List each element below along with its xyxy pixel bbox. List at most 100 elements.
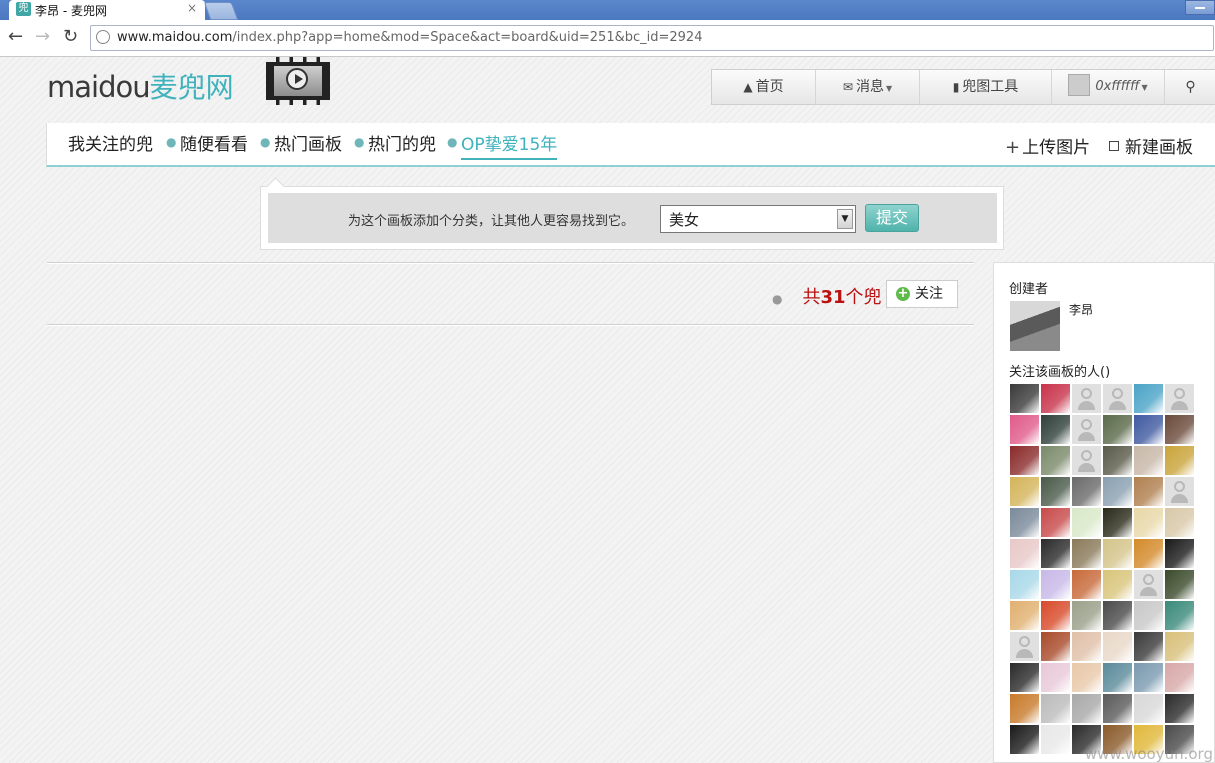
follower-avatar[interactable] bbox=[1041, 725, 1070, 754]
follower-avatar[interactable] bbox=[1010, 570, 1039, 599]
subnav-hot-pins[interactable]: 热门的兜 bbox=[368, 130, 436, 155]
follower-avatar[interactable] bbox=[1103, 632, 1132, 661]
upload-image-button[interactable]: + 上传图片 bbox=[1005, 133, 1090, 158]
follower-avatar[interactable] bbox=[1072, 446, 1101, 475]
follower-avatar[interactable] bbox=[1103, 694, 1132, 723]
follower-avatar[interactable] bbox=[1103, 415, 1132, 444]
menu-home[interactable]: ▲ 首页 bbox=[712, 70, 816, 104]
follower-avatar[interactable] bbox=[1072, 694, 1101, 723]
follower-avatar[interactable] bbox=[1103, 477, 1132, 506]
follower-avatar[interactable] bbox=[1010, 725, 1039, 754]
follower-avatar[interactable] bbox=[1134, 446, 1163, 475]
menu-user[interactable]: 0xffffff ▼ bbox=[1052, 70, 1165, 104]
follower-avatar[interactable] bbox=[1134, 570, 1163, 599]
follower-avatar[interactable] bbox=[1165, 570, 1194, 599]
follower-avatar[interactable] bbox=[1103, 384, 1132, 413]
category-select[interactable]: 美女 ▼ bbox=[660, 205, 856, 233]
follower-avatar[interactable] bbox=[1165, 508, 1194, 537]
follower-avatar[interactable] bbox=[1134, 663, 1163, 692]
subnav-following[interactable]: 我关注的兜 bbox=[68, 130, 153, 155]
follower-avatar[interactable] bbox=[1072, 477, 1101, 506]
follower-avatar[interactable] bbox=[1010, 477, 1039, 506]
follower-avatar[interactable] bbox=[1165, 477, 1194, 506]
creator-name[interactable]: 李昂 bbox=[1069, 301, 1093, 318]
follower-avatar[interactable] bbox=[1165, 663, 1194, 692]
menu-messages[interactable]: ✉ 消息 ▼ bbox=[816, 70, 920, 104]
browser-tab[interactable]: 兜 李昂 - 麦兜网 × bbox=[9, 0, 205, 20]
follower-avatar[interactable] bbox=[1134, 415, 1163, 444]
follower-avatar[interactable] bbox=[1072, 601, 1101, 630]
follower-avatar[interactable] bbox=[1134, 384, 1163, 413]
follower-avatar[interactable] bbox=[1041, 446, 1070, 475]
follower-avatar[interactable] bbox=[1041, 384, 1070, 413]
follower-avatar[interactable] bbox=[1134, 539, 1163, 568]
follower-avatar[interactable] bbox=[1041, 632, 1070, 661]
follower-avatar[interactable] bbox=[1010, 539, 1039, 568]
follower-avatar[interactable] bbox=[1072, 539, 1101, 568]
follower-avatar[interactable] bbox=[1103, 539, 1132, 568]
follower-avatar[interactable] bbox=[1134, 632, 1163, 661]
follower-avatar[interactable] bbox=[1072, 384, 1101, 413]
follower-avatar[interactable] bbox=[1165, 694, 1194, 723]
follower-avatar[interactable] bbox=[1072, 632, 1101, 661]
submit-category-button[interactable]: 提交 bbox=[865, 204, 919, 232]
follower-avatar[interactable] bbox=[1072, 415, 1101, 444]
plus-icon: + bbox=[1005, 137, 1021, 158]
follower-avatar[interactable] bbox=[1010, 694, 1039, 723]
menu-search[interactable]: ⚲ bbox=[1165, 70, 1215, 104]
follower-avatar[interactable] bbox=[1134, 508, 1163, 537]
follower-avatar[interactable] bbox=[1134, 601, 1163, 630]
follower-avatar[interactable] bbox=[1165, 632, 1194, 661]
minimize-window-button[interactable] bbox=[1185, 0, 1215, 15]
subnav-hot-boards[interactable]: 热门画板 bbox=[274, 130, 342, 155]
follower-avatar[interactable] bbox=[1010, 632, 1039, 661]
follower-avatar[interactable] bbox=[1134, 694, 1163, 723]
new-board-button[interactable]: 新建画板 bbox=[1109, 133, 1193, 158]
follower-avatar[interactable] bbox=[1041, 477, 1070, 506]
follower-avatar[interactable] bbox=[1041, 663, 1070, 692]
subnav-random[interactable]: 随便看看 bbox=[180, 130, 248, 155]
site-logo[interactable]: maidou麦兜网 bbox=[47, 66, 234, 106]
follower-avatar[interactable] bbox=[1165, 446, 1194, 475]
follower-avatar[interactable] bbox=[1041, 694, 1070, 723]
follow-board-button[interactable]: + 关注 bbox=[886, 280, 958, 308]
follower-avatar[interactable] bbox=[1010, 384, 1039, 413]
follower-avatar[interactable] bbox=[1041, 570, 1070, 599]
follower-avatar[interactable] bbox=[1165, 539, 1194, 568]
page-body: maidou麦兜网 ▲ 首页 ✉ 消息 ▼ ▮ 兜图工具 0xffffff ▼ ⚲ 我关注… bbox=[0, 57, 1215, 763]
film-play-icon[interactable] bbox=[266, 57, 330, 105]
follower-avatar[interactable] bbox=[1041, 601, 1070, 630]
dropdown-arrow-icon[interactable]: ▼ bbox=[837, 209, 853, 229]
follower-avatar[interactable] bbox=[1010, 415, 1039, 444]
follower-avatar[interactable] bbox=[1072, 570, 1101, 599]
address-bar[interactable]: www.maidou.com/index.php?app=home&mod=Sp… bbox=[90, 25, 1214, 51]
follower-avatar[interactable] bbox=[1165, 415, 1194, 444]
follower-avatar[interactable] bbox=[1072, 508, 1101, 537]
follower-avatar[interactable] bbox=[1165, 384, 1194, 413]
follower-avatar[interactable] bbox=[1103, 601, 1132, 630]
forward-arrow-icon[interactable]: → bbox=[35, 26, 50, 47]
follower-avatar[interactable] bbox=[1041, 415, 1070, 444]
follower-avatar[interactable] bbox=[1134, 477, 1163, 506]
follower-avatar[interactable] bbox=[1010, 663, 1039, 692]
menu-tools[interactable]: ▮ 兜图工具 bbox=[920, 70, 1052, 104]
follower-avatar[interactable] bbox=[1010, 508, 1039, 537]
reload-icon[interactable]: ↻ bbox=[63, 26, 78, 47]
subnav-current-board[interactable]: OP挚爱15年 bbox=[461, 130, 558, 160]
creator-avatar[interactable] bbox=[1010, 301, 1060, 351]
category-selected-value: 美女 bbox=[669, 211, 700, 229]
follow-label: 关注 bbox=[915, 286, 943, 302]
follower-avatar[interactable] bbox=[1103, 663, 1132, 692]
follower-avatar[interactable] bbox=[1010, 601, 1039, 630]
new-tab-button[interactable] bbox=[203, 2, 239, 20]
follower-avatar[interactable] bbox=[1103, 570, 1132, 599]
follower-avatar[interactable] bbox=[1103, 508, 1132, 537]
follower-avatar[interactable] bbox=[1041, 539, 1070, 568]
follower-avatar[interactable] bbox=[1072, 663, 1101, 692]
follower-avatar[interactable] bbox=[1103, 446, 1132, 475]
back-arrow-icon[interactable]: ← bbox=[8, 26, 23, 47]
tab-close-icon[interactable]: × bbox=[187, 1, 197, 15]
follower-avatar[interactable] bbox=[1041, 508, 1070, 537]
follower-avatar[interactable] bbox=[1010, 446, 1039, 475]
follower-avatar[interactable] bbox=[1165, 601, 1194, 630]
